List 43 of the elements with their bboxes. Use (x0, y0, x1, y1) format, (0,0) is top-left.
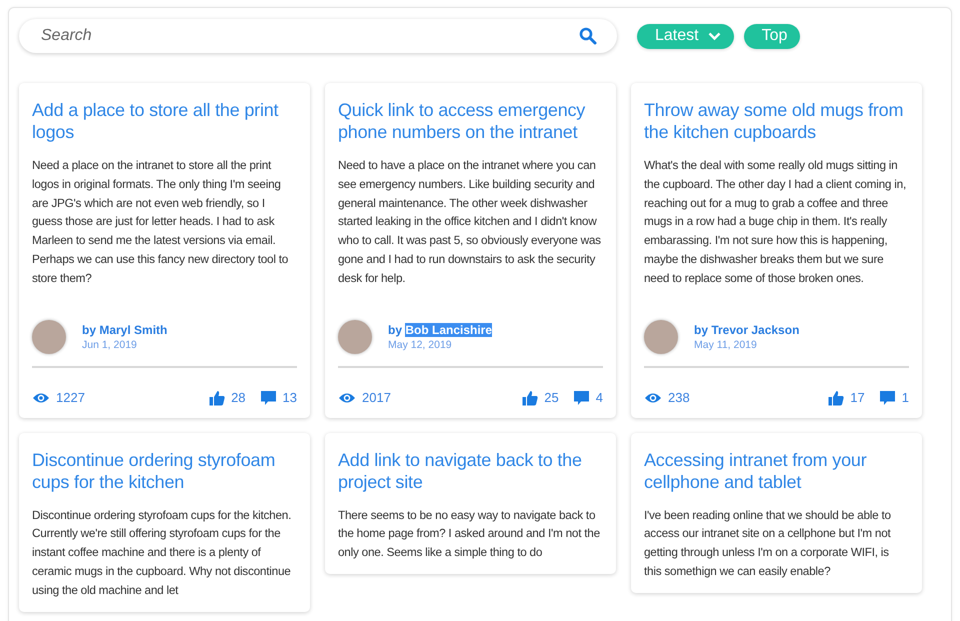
card-title[interactable]: Quick link to access emergency phone numbers on the intranet (338, 99, 603, 143)
card-description: I've been reading online that we should be able to access our intranet site on a cellphone but I'm not getting through unless I'm on a corporate WIFI, is this somethign we can easily enable? (644, 506, 892, 580)
comment-icon[interactable] (572, 390, 590, 406)
card-description: Need to have a place on the intranet where you can see emergency numbers. Like building security and general maintenance. The other week dishwasher started leaking in the office kitchen and I didn't know who to call. It was past 5, so obviously everyone was gone and I had to run downstairs to ask the security desk for help. (338, 157, 602, 287)
card-description: There seems to be no easy way to navigate back to the home page from? I asked around and I'm not the only one. Seems like a simple thing to do (338, 506, 601, 562)
card-description: Discontinue ordering styrofoam cups for the kitchen. Currently we're still offering styrofoam cups for the instant coffee machine and there is a plenty of ceramic mugs in the cupboard. Why not discontinue using the old machine and let (32, 506, 292, 599)
avatar (338, 320, 372, 354)
card-description: What's the deal with some really old mugs sitting in the cupboard. The other day I had a client coming in, reaching out for a mug to grab a coffee and three mugs in a row had a buge chip in them. It's really embarassing. I'm not sure how this is happening, maybe the dishwasher breaks them but we sure need to replace some of those broken ones. (644, 157, 907, 287)
eye-icon (338, 392, 356, 404)
author-name[interactable]: by Trevor Jackson (694, 322, 800, 337)
comment-icon[interactable] (260, 390, 277, 406)
card-title[interactable]: Add a place to store all the print logos (32, 99, 297, 143)
comment-count: 4 (596, 390, 603, 406)
eye-icon (32, 392, 50, 404)
sort-button[interactable]: Top (744, 24, 800, 48)
eye-icon (644, 392, 662, 404)
like-count: 25 (544, 390, 559, 406)
like-count: 28 (231, 390, 246, 406)
avatar (32, 320, 66, 354)
comment-count: 1 (902, 390, 909, 406)
view-count: 2017 (362, 390, 391, 406)
card-description: Need a place on the intranet to store all the print logos in original formats. The only thing I'm seeing are JPG's which are not even web friendly, so I guess those are just for letter heads. I had to ask Marleen to send me the latest versions via email. Perhaps we can use this fancy new directory tool to store them? (32, 157, 290, 287)
post-date: Jun 1, 2019 (82, 338, 138, 351)
thumbs-up-icon[interactable] (522, 390, 538, 406)
post-date: May 12, 2019 (388, 338, 453, 351)
card-title[interactable]: Throw away some old mugs from the kitchen cupboards (644, 99, 909, 143)
comment-icon[interactable] (878, 390, 896, 406)
search-field[interactable]: Search (19, 19, 617, 53)
chevron-down-icon (708, 32, 721, 40)
comment-count: 13 (282, 390, 297, 406)
view-count: 1227 (56, 390, 85, 406)
thumbs-up-icon[interactable] (828, 390, 844, 406)
like-count: 17 (850, 390, 865, 406)
thumbs-up-icon[interactable] (209, 390, 226, 406)
view-count: 238 (668, 390, 690, 406)
author-name[interactable]: by Maryl Smith (82, 322, 168, 337)
avatar (644, 320, 678, 354)
post-date: May 11, 2019 (694, 338, 758, 351)
card-title[interactable]: Accessing intranet from your cellphone and tablet (644, 448, 909, 493)
search-icon[interactable] (579, 27, 597, 45)
card-title[interactable]: Add link to navigate back to the project site (338, 448, 603, 493)
card-title[interactable]: Discontinue ordering styrofoam cups for the kitchen (32, 448, 297, 493)
sort-button[interactable]: Latest (637, 24, 734, 48)
